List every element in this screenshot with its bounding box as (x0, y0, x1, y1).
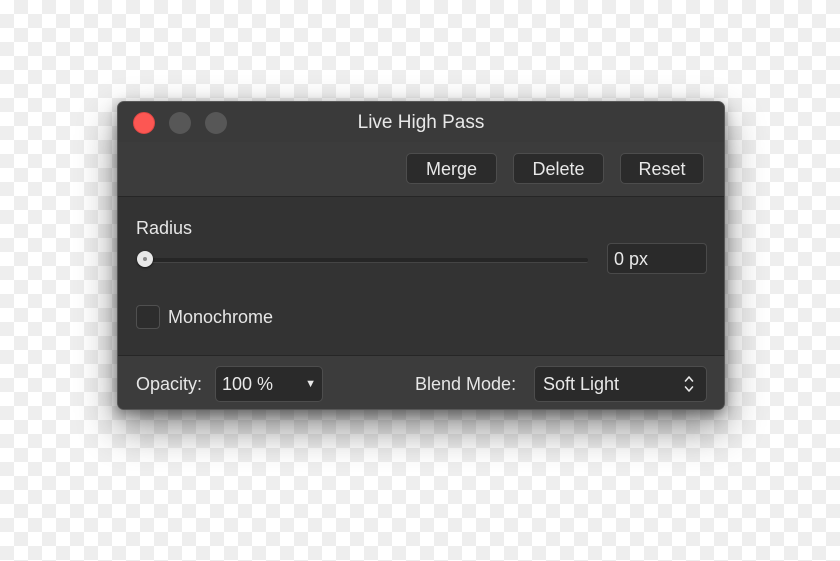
opacity-label: Opacity: (136, 374, 203, 394)
radius-slider-track[interactable] (142, 258, 588, 263)
blend-mode-value: Soft Light (543, 374, 620, 394)
merge-button[interactable]: Merge (406, 153, 497, 184)
blend-mode-select[interactable]: Soft Light (534, 366, 707, 402)
radius-label: Radius (136, 218, 193, 238)
window-title: Live High Pass (357, 112, 485, 133)
up-down-chevrons-icon (684, 374, 694, 394)
live-high-pass-window: Live High Pass Merge Delete Reset Radius… (117, 101, 725, 410)
opacity-dropdown[interactable]: 100 % ▼ (215, 366, 323, 402)
delete-button[interactable]: Delete (513, 153, 604, 184)
toolbar: Merge Delete Reset (118, 142, 724, 197)
triangle-down-icon: ▼ (305, 378, 316, 390)
reset-button[interactable]: Reset (620, 153, 704, 184)
footer-bar: Opacity: 100 % ▼ Blend Mode: Soft Light (118, 355, 724, 409)
monochrome-label[interactable]: Monochrome (168, 307, 273, 328)
radius-slider-thumb[interactable] (137, 251, 153, 267)
radius-value-field[interactable]: 0 px (607, 243, 707, 274)
monochrome-checkbox[interactable] (136, 305, 160, 329)
title-bar[interactable]: Live High Pass (118, 102, 724, 142)
opacity-value: 100 % (222, 374, 274, 394)
blend-mode-label: Blend Mode: (415, 374, 517, 394)
